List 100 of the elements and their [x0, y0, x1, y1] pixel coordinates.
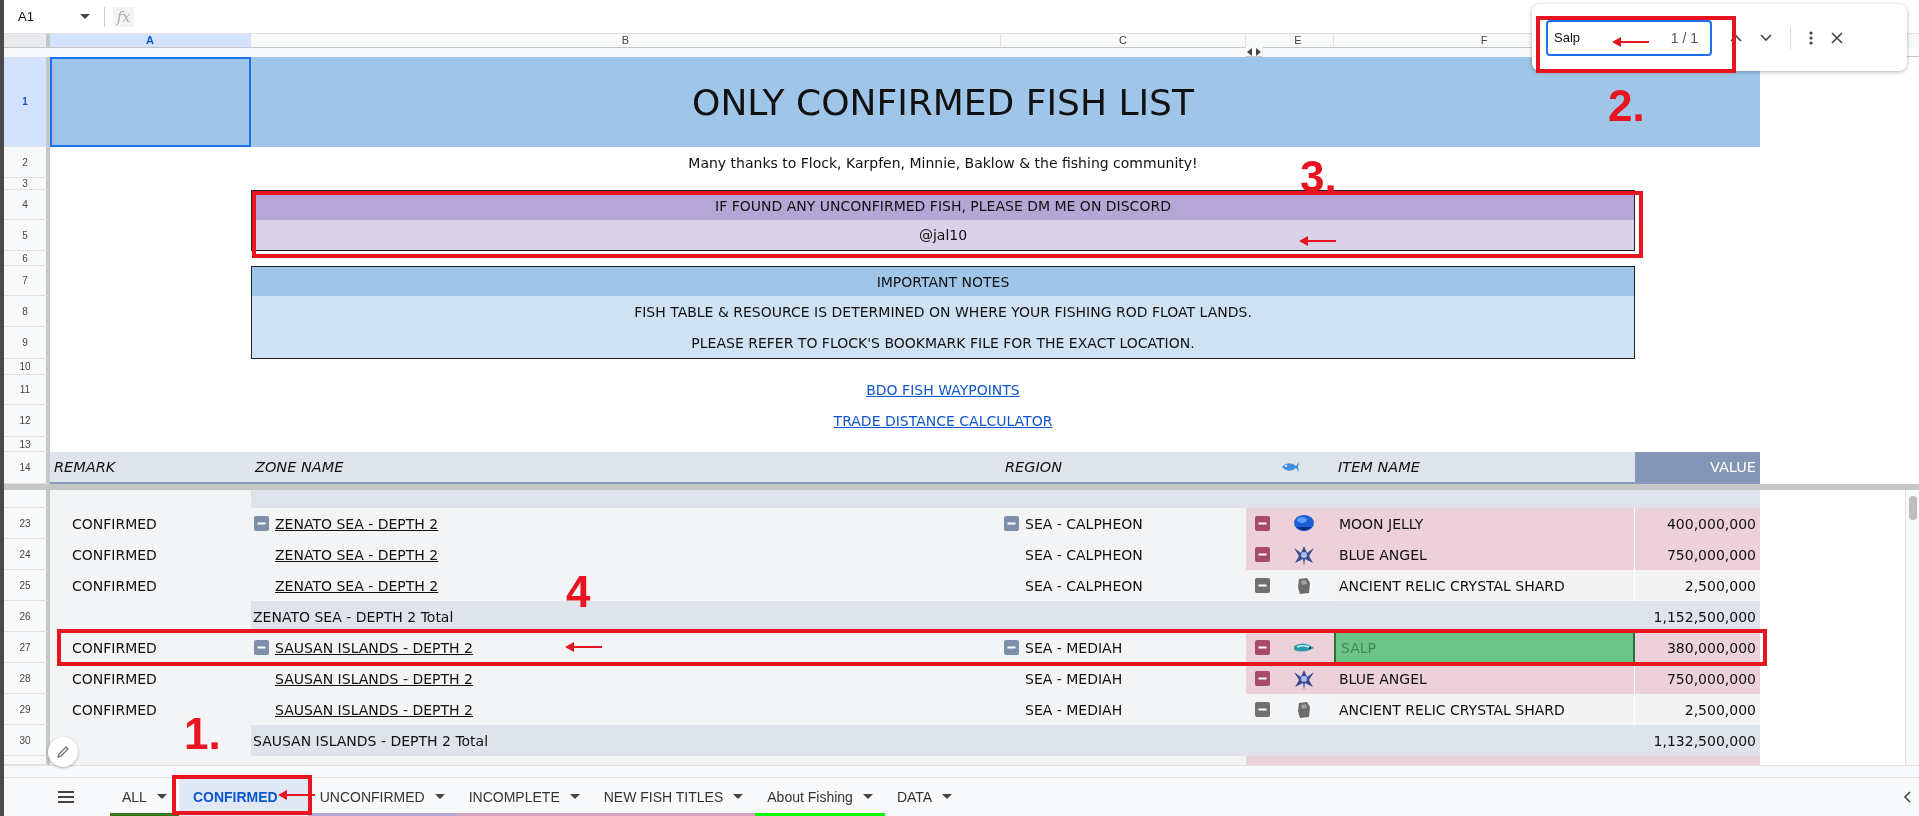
- next-icon[interactable]: [1760, 33, 1772, 42]
- vertical-scrollbar[interactable]: [1905, 490, 1919, 765]
- row-number[interactable]: 24: [4, 539, 50, 570]
- table-cell: CONFIRMED: [50, 539, 251, 570]
- collapse-toggle[interactable]: [254, 640, 269, 655]
- region-label: SEA - CALPHEON: [1025, 515, 1143, 532]
- row-number[interactable]: 3: [4, 178, 50, 190]
- step-number: 2.: [1608, 84, 1645, 128]
- row-number[interactable]: 29: [4, 694, 50, 725]
- table-cell: 1,132,500,000: [1635, 725, 1760, 756]
- collapse-toggle[interactable]: [1004, 640, 1019, 655]
- horizontal-scrollbar[interactable]: [4, 765, 1919, 777]
- column-heading: REGION: [1001, 452, 1246, 484]
- left-arrow-icon: [1612, 36, 1650, 48]
- column-header[interactable]: E: [1263, 34, 1334, 48]
- collapse-toggle[interactable]: [1255, 640, 1270, 655]
- pencil-icon: [56, 745, 70, 759]
- row-number[interactable]: 30: [4, 725, 50, 756]
- zone-link[interactable]: ZENATO SEA - DEPTH 2: [275, 546, 439, 563]
- table-cell: SAUSAN ISLANDS - DEPTH 2 Total: [251, 725, 1635, 756]
- sheet-tab[interactable]: ALL: [110, 778, 179, 816]
- row-number[interactable]: 7: [4, 266, 50, 296]
- row-number[interactable]: 10: [4, 359, 50, 375]
- row-number[interactable]: 13: [4, 437, 50, 452]
- table-cell: 2,500,000: [1635, 694, 1760, 725]
- region-label: SEA - MEDIAH: [1025, 670, 1123, 687]
- caret-icon: [80, 13, 90, 20]
- column-header[interactable]: A: [50, 34, 251, 48]
- region-label: SEA - MEDIAH: [1025, 701, 1123, 718]
- scroll-left-icon[interactable]: [1903, 791, 1911, 803]
- zone-link[interactable]: ZENATO SEA - DEPTH 2: [275, 515, 439, 532]
- sheet-tab[interactable]: UNCONFIRMED: [307, 778, 457, 816]
- fish-icon: [1281, 460, 1299, 474]
- sheet-tab[interactable]: DATA: [884, 778, 965, 816]
- collapse-toggle[interactable]: [1255, 547, 1270, 562]
- link[interactable]: TRADE DISTANCE CALCULATOR: [833, 413, 1053, 429]
- menu-icon[interactable]: [58, 791, 74, 803]
- column-header[interactable]: C: [1001, 34, 1246, 48]
- row-number[interactable]: 9: [4, 327, 50, 359]
- table-cell: 2,500,000: [1635, 570, 1760, 601]
- region-label: SEA - CALPHEON: [1025, 577, 1143, 594]
- link[interactable]: BDO FISH WAYPOINTS: [866, 382, 1020, 398]
- zone-link[interactable]: SAUSAN ISLANDS - DEPTH 2: [275, 701, 473, 718]
- caret-icon: [156, 794, 167, 800]
- hidden-columns-icon[interactable]: [1247, 47, 1261, 56]
- table-cell: PLEASE REFER TO FLOCK'S BOOKMARK FILE FOR THE EXACT LOCATION.: [251, 327, 1635, 359]
- row-number[interactable]: 8: [4, 296, 50, 327]
- caret-icon: [733, 794, 744, 800]
- row-number[interactable]: 27: [4, 632, 50, 663]
- column-heading: REMARK: [50, 452, 251, 484]
- table-cell: @jal10: [251, 220, 1635, 251]
- collapse-toggle[interactable]: [254, 516, 269, 531]
- caret-icon: [434, 794, 445, 800]
- sheet-tab[interactable]: About Fishing: [755, 778, 885, 816]
- row-number[interactable]: 1: [4, 57, 50, 147]
- collapse-toggle[interactable]: [1004, 516, 1019, 531]
- collapse-toggle[interactable]: [1255, 702, 1270, 717]
- row-number[interactable]: 5: [4, 220, 50, 251]
- more-icon[interactable]: [1809, 30, 1813, 45]
- row-number[interactable]: 23: [4, 508, 50, 539]
- row-number[interactable]: 2: [4, 147, 50, 178]
- table-cell: BLUE ANGEL: [1334, 539, 1635, 570]
- row-number[interactable]: 25: [4, 570, 50, 601]
- caret-icon: [942, 794, 953, 800]
- row-number[interactable]: 14: [4, 452, 50, 484]
- row-number[interactable]: 28: [4, 663, 50, 694]
- caret-icon: [862, 794, 873, 800]
- credits-text: Many thanks to Flock, Karpfen, Minnie, Baklow & the fishing community!: [688, 154, 1198, 171]
- previous-icon[interactable]: [1730, 33, 1742, 42]
- region-label: SEA - MEDIAH: [1025, 639, 1123, 656]
- row-number[interactable]: 11: [4, 375, 50, 405]
- scroll-thumb[interactable]: [1908, 496, 1917, 520]
- collapse-toggle[interactable]: [1255, 578, 1270, 593]
- name-box[interactable]: A1: [4, 3, 96, 30]
- close-icon[interactable]: [1831, 31, 1843, 44]
- sheet-tab[interactable]: NEW FISH TITLES: [591, 778, 756, 816]
- row-number[interactable]: 6: [4, 251, 50, 266]
- column-heading: VALUE: [1635, 452, 1760, 484]
- collapse-toggle[interactable]: [1255, 671, 1270, 686]
- row-number[interactable]: 12: [4, 405, 50, 437]
- zone-link[interactable]: ZENATO SEA - DEPTH 2: [275, 577, 439, 594]
- row-number[interactable]: 26: [4, 601, 50, 632]
- left-arrow-icon: [565, 641, 603, 653]
- region-label: SEA - CALPHEON: [1025, 546, 1143, 563]
- table-cell: 400,000,000: [1635, 508, 1760, 539]
- column-heading: ITEM NAME: [1334, 452, 1635, 484]
- zone-link[interactable]: SAUSAN ISLANDS - DEPTH 2: [275, 639, 473, 656]
- left-arrow-icon: [1299, 235, 1337, 247]
- sheet-tab[interactable]: INCOMPLETE: [456, 778, 592, 816]
- table-cell: FISH TABLE & RESOURCE IS DETERMINED ON WHERE YOUR FISHING ROD FLOAT LANDS.: [251, 296, 1635, 327]
- column-header[interactable]: B: [251, 34, 1001, 48]
- row-number[interactable]: 4: [4, 190, 50, 220]
- table-cell: ANCIENT RELIC CRYSTAL SHARD: [1334, 570, 1635, 601]
- table-cell: ANCIENT RELIC CRYSTAL SHARD: [1334, 694, 1635, 725]
- table-cell: IMPORTANT NOTES: [251, 266, 1635, 296]
- zone-link[interactable]: SAUSAN ISLANDS - DEPTH 2: [275, 670, 473, 687]
- table-cell: MOON JELLY: [1334, 508, 1635, 539]
- column-heading: ZONE NAME: [251, 452, 1001, 484]
- collapse-toggle[interactable]: [1255, 516, 1270, 531]
- match-count: 1 / 1: [1670, 29, 1698, 46]
